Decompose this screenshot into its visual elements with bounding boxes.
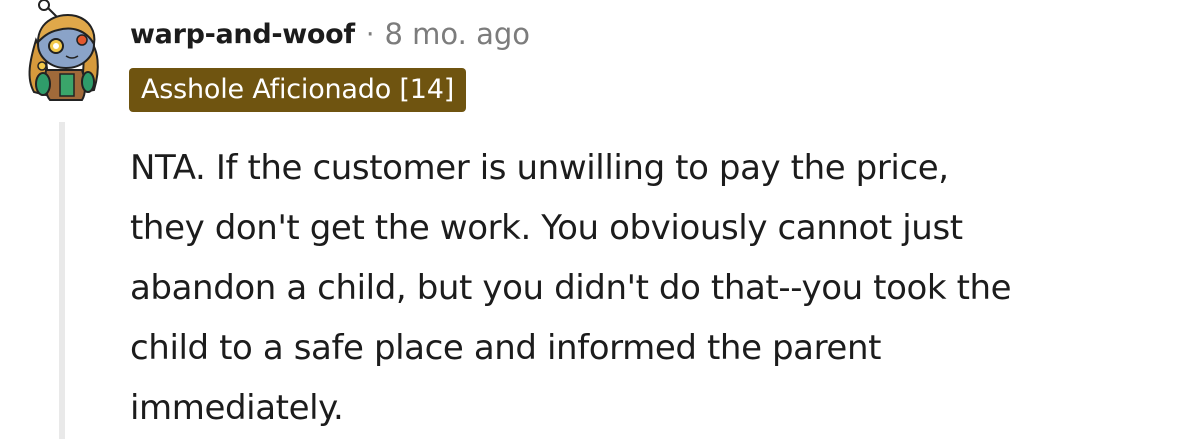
user-flair-badge: Asshole Aficionado [14] xyxy=(129,68,467,112)
comment-body-line: abandon a child, but you didn't do that-… xyxy=(130,268,1012,308)
author-username[interactable]: warp-and-woof xyxy=(130,19,355,50)
comment-body: NTA. If the customer is unwilling to pay… xyxy=(130,138,1160,438)
comment-body-line: immediately. xyxy=(130,388,344,428)
meta-separator: · xyxy=(365,18,375,50)
comment-body-line: they don't get the work. You obviously c… xyxy=(130,208,963,248)
comment-body-line: NTA. If the customer is unwilling to pay… xyxy=(130,148,949,188)
comment-body-line: child to a safe place and informed the p… xyxy=(130,328,882,368)
thread-collapse-line[interactable] xyxy=(59,122,65,439)
comment-header: warp-and-woof · 8 mo. ago xyxy=(130,12,530,56)
comment-timestamp[interactable]: 8 mo. ago xyxy=(384,17,530,51)
user-avatar-icon[interactable] xyxy=(16,0,108,104)
